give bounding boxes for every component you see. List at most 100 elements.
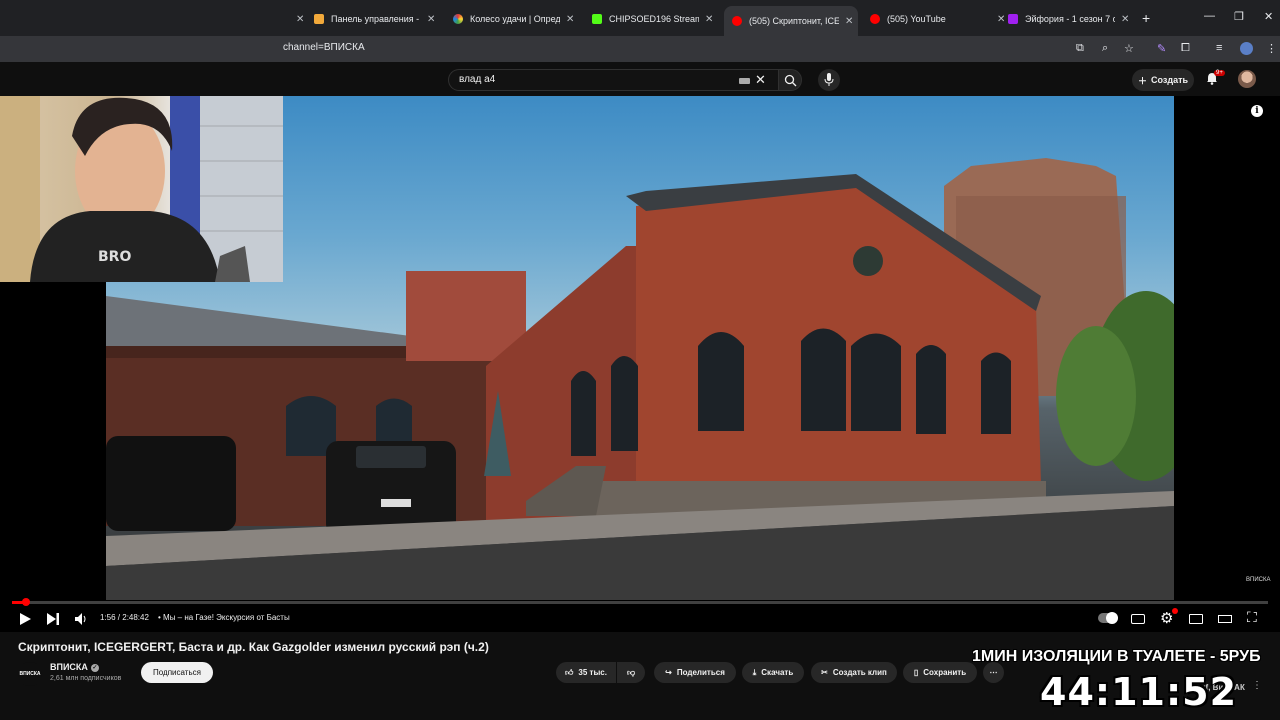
favicon-icon xyxy=(1008,14,1018,24)
youtube-masthead: влад а4 ✕ ＋ Создать 9+ xyxy=(0,62,1280,96)
fullscreen-icon[interactable]: ⛶ xyxy=(1247,609,1257,626)
autoplay-toggle[interactable] xyxy=(1098,612,1118,624)
cast-icon[interactable]: ⧉ xyxy=(1076,42,1084,55)
share-icon: ↪ xyxy=(665,668,672,677)
bookmark-icon: ▯ xyxy=(913,668,919,677)
search-input[interactable]: влад а4 xyxy=(459,74,495,85)
notification-badge: 9+ xyxy=(1214,70,1225,76)
search-button[interactable] xyxy=(778,69,802,91)
create-clip-button[interactable]: ✂ Создать клип xyxy=(811,662,897,683)
extensions-icon[interactable]: ⧠ xyxy=(1181,42,1190,55)
play-icon[interactable] xyxy=(20,613,31,625)
voice-search-button[interactable] xyxy=(818,69,840,91)
tab-label: CHIPSOED196 Stream - W xyxy=(609,14,699,24)
close-icon[interactable]: ✕ xyxy=(845,16,853,27)
close-window-icon[interactable]: ✕ xyxy=(1264,10,1273,23)
hd-badge xyxy=(1172,608,1178,614)
tab-close-partial[interactable]: ✕ xyxy=(290,7,304,31)
user-avatar[interactable] xyxy=(1238,70,1256,88)
keyboard-icon[interactable] xyxy=(739,78,750,84)
channel-name-text[interactable]: ВПИСКА xyxy=(50,662,88,672)
subtitles-icon[interactable] xyxy=(1131,614,1145,624)
next-video-icon[interactable] xyxy=(47,613,59,625)
favicon-icon xyxy=(453,14,463,24)
streamer-webcam: BRO xyxy=(0,96,283,282)
tab-label: Панель управления - Па xyxy=(331,14,421,24)
browser-tab[interactable]: Колесо удачи | Определя ✕ xyxy=(453,7,574,31)
volume-icon[interactable] xyxy=(75,613,87,625)
tab-label: Эйфория - 1 сезон 7 сер xyxy=(1025,14,1115,24)
youtube-favicon-icon xyxy=(732,16,742,26)
close-icon[interactable]: ✕ xyxy=(296,14,304,25)
close-icon[interactable]: ✕ xyxy=(566,14,574,25)
profile-icon[interactable] xyxy=(1240,42,1253,55)
create-button[interactable]: ＋ Создать xyxy=(1132,69,1194,91)
stream-timer: 44:11:52 xyxy=(1040,670,1238,714)
tab-label: (505) Скриптонит, ICEGER xyxy=(749,16,839,26)
menu-kebab-icon[interactable]: ⋮ xyxy=(1266,42,1277,55)
browser-tab-strip: ✕ Панель управления - Па ✕ Колесо удачи … xyxy=(0,0,1280,36)
extension-pen-icon[interactable]: ✎ xyxy=(1157,42,1166,55)
search-box[interactable]: влад а4 ✕ xyxy=(448,69,778,91)
clear-search-icon[interactable]: ✕ xyxy=(755,72,766,88)
miniplayer-icon[interactable] xyxy=(1189,614,1203,624)
info-icon[interactable]: i xyxy=(1251,105,1263,117)
media-control-icon[interactable]: ≡ xyxy=(1216,42,1222,54)
time-display: 1:56 / 2:48:42 xyxy=(100,613,149,622)
theater-mode-icon[interactable] xyxy=(1218,615,1232,623)
save-button[interactable]: ▯ Сохранить xyxy=(903,662,977,683)
like-button[interactable]: 👍︎ 35 тыс. xyxy=(556,662,616,683)
autoplay-knob xyxy=(1106,612,1118,624)
channel-watermark[interactable]: ВПИСКА xyxy=(1246,577,1270,583)
stream-overlay-headline: 1МИН ИЗОЛЯЦИИ В ТУАЛЕТЕ - 5РУБ xyxy=(972,648,1261,665)
bookmark-star-icon[interactable]: ☆ xyxy=(1124,42,1134,55)
share-button[interactable]: ↪ Поделиться xyxy=(654,662,736,683)
favicon-icon xyxy=(592,14,602,24)
webcam-feed-image: BRO xyxy=(0,96,283,282)
close-icon[interactable]: ✕ xyxy=(997,14,1005,25)
download-icon: ⤓ xyxy=(752,667,757,677)
tab-label: (505) YouTube xyxy=(887,14,946,24)
browser-tab[interactable]: Панель управления - Па ✕ xyxy=(314,7,435,31)
svg-text:BRO: BRO xyxy=(98,249,131,265)
close-icon[interactable]: ✕ xyxy=(427,14,435,25)
browser-tab-active[interactable]: (505) Скриптонит, ICEGER ✕ xyxy=(724,6,858,36)
progress-scrubber[interactable] xyxy=(22,598,31,606)
thumbs-down-icon: 👎︎ xyxy=(626,667,636,677)
verified-icon: ✓ xyxy=(90,663,99,672)
more-horizontal-icon: ⋯ xyxy=(989,668,998,677)
new-tab-button[interactable]: + xyxy=(1142,10,1150,26)
player-controls: 1:56 / 2:48:42 • Мы – на Газе! Экскурсия… xyxy=(0,606,1280,632)
browser-tab[interactable]: CHIPSOED196 Stream - W ✕ xyxy=(592,7,713,31)
create-label: Создать xyxy=(1151,75,1189,85)
chapter-title[interactable]: • Мы – на Газе! Экскурсия от Басты xyxy=(158,613,290,622)
more-vertical-icon[interactable]: ⋮ xyxy=(1252,680,1262,691)
browser-tab[interactable]: (505) YouTube ✕ xyxy=(870,7,1005,31)
video-title: Скриптонит, ICEGERGERT, Баста и др. Как … xyxy=(18,640,489,654)
close-icon[interactable]: ✕ xyxy=(1121,14,1129,25)
save-label: Сохранить xyxy=(923,668,967,677)
subscribe-button[interactable]: Подписаться xyxy=(141,662,213,683)
dislike-button[interactable]: 👎︎ xyxy=(617,662,645,683)
channel-name[interactable]: ВПИСКА ✓ xyxy=(50,662,99,672)
favicon-icon xyxy=(314,14,324,24)
channel-avatar[interactable]: ВПИСКА xyxy=(18,662,42,686)
zoom-icon[interactable]: ⌕ xyxy=(1102,42,1108,55)
microphone-icon xyxy=(824,73,834,86)
scissors-icon: ✂ xyxy=(821,668,828,677)
download-button[interactable]: ⤓ Скачать xyxy=(742,662,804,683)
video-player[interactable]: BRO i ВПИСКА 1:56 / 2:48:42 • Мы – на Га… xyxy=(0,96,1280,632)
url-text[interactable]: channel=ВПИСКА xyxy=(283,42,365,53)
minimize-icon[interactable]: — xyxy=(1204,10,1215,22)
clip-label: Создать клип xyxy=(832,668,887,677)
thumbs-up-icon: 👍︎ xyxy=(565,667,574,677)
progress-bar[interactable] xyxy=(12,598,1268,606)
search-icon xyxy=(784,74,797,87)
browser-tab[interactable]: Эйфория - 1 сезон 7 сер ✕ xyxy=(1008,7,1129,31)
restore-icon[interactable]: ❐ xyxy=(1234,10,1244,23)
address-bar-row: channel=ВПИСКА ⧉ ⌕ ☆ ✎ ⧠ ≡ ⋮ xyxy=(0,36,1280,62)
close-icon[interactable]: ✕ xyxy=(705,14,713,25)
download-label: Скачать xyxy=(761,668,794,677)
share-label: Поделиться xyxy=(676,668,725,677)
subscriber-count: 2,61 млн подписчиков xyxy=(50,675,122,682)
